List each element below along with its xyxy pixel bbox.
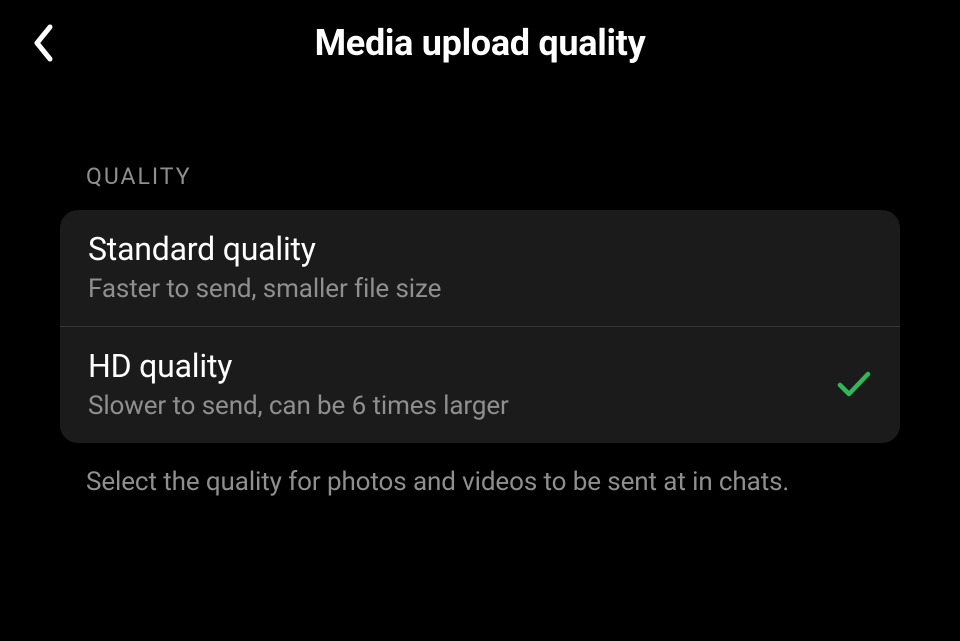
content: QUALITY Standard quality Faster to send,… <box>0 85 960 500</box>
option-title: Standard quality <box>88 230 441 268</box>
option-text: Standard quality Faster to send, smaller… <box>88 230 441 304</box>
option-title: HD quality <box>88 347 509 385</box>
section-header: QUALITY <box>86 163 900 190</box>
option-standard-quality[interactable]: Standard quality Faster to send, smaller… <box>60 210 900 326</box>
chevron-left-icon <box>32 24 54 62</box>
header: Media upload quality <box>0 0 960 85</box>
option-subtitle: Slower to send, can be 6 times larger <box>88 391 509 421</box>
page-title: Media upload quality <box>315 22 646 64</box>
option-hd-quality[interactable]: HD quality Slower to send, can be 6 time… <box>60 326 900 443</box>
section-footer: Select the quality for photos and videos… <box>86 465 874 500</box>
option-subtitle: Faster to send, smaller file size <box>88 274 441 304</box>
quality-option-list: Standard quality Faster to send, smaller… <box>60 210 900 443</box>
back-button[interactable] <box>18 18 68 68</box>
checkmark-icon <box>836 366 872 402</box>
option-text: HD quality Slower to send, can be 6 time… <box>88 347 509 421</box>
